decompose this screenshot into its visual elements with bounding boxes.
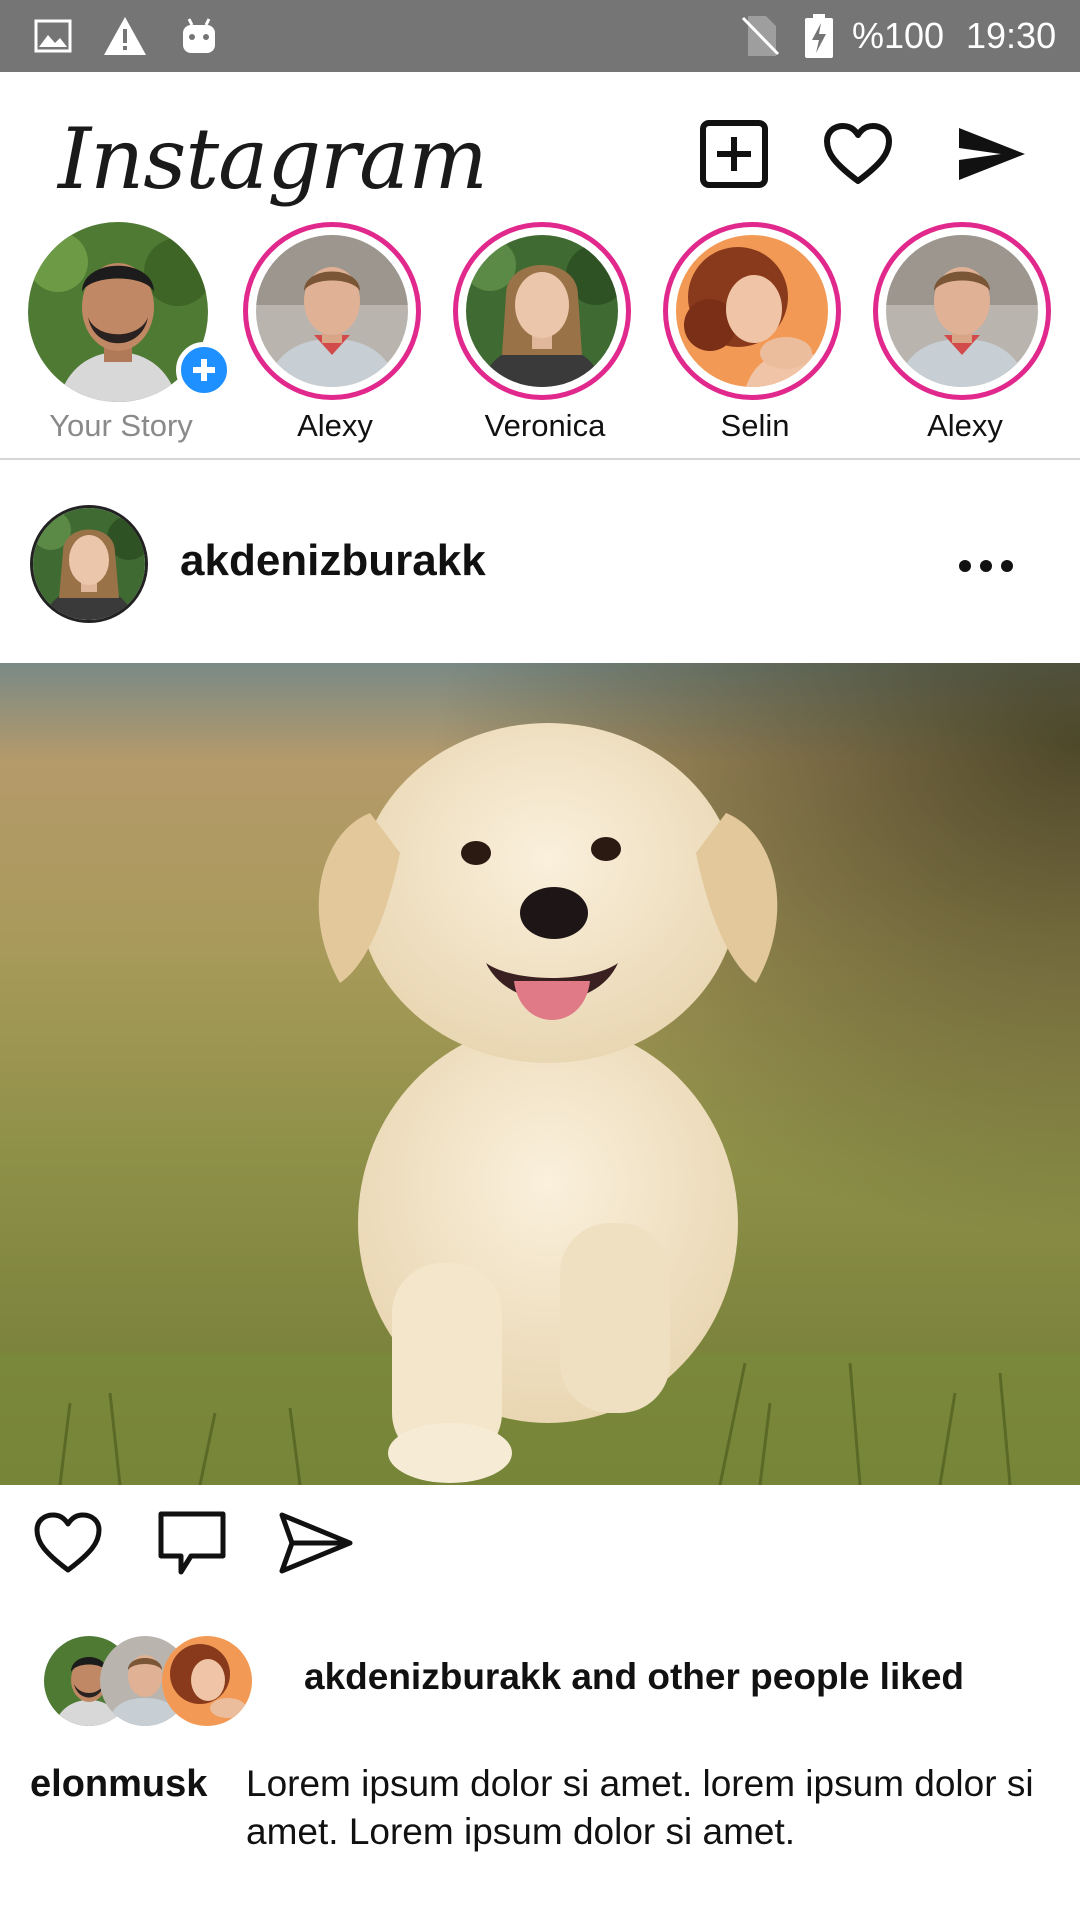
android-icon [180,0,218,72]
avatar [676,235,828,387]
activity-button[interactable] [822,118,894,190]
heart-icon [34,1512,102,1573]
send-icon [959,128,1025,180]
gallery-icon [34,0,72,72]
avatar [886,235,1038,387]
caption-text: Lorem ipsum dolor si amet. lorem ipsum d… [246,1763,1034,1852]
battery-level: %100 [852,15,945,56]
new-post-button[interactable] [698,118,770,190]
app-logo: Instagram [58,110,488,208]
more-icon [959,560,1013,572]
avatar [466,235,618,387]
story-name: Alexy [927,408,1003,443]
caption-username[interactable]: elonmusk [30,1763,207,1806]
heart-icon [824,123,892,184]
comment-button[interactable] [154,1505,230,1581]
status-bar: %100 19:30 [0,0,1080,72]
story-veronica[interactable]: Veronica [450,220,640,450]
story-ring [243,222,421,400]
share-button[interactable] [278,1505,354,1581]
story-ring [453,222,631,400]
story-name: Selin [720,408,790,443]
story-your-story[interactable]: Your Story [26,220,232,450]
post-image[interactable] [0,663,1080,1485]
warning-icon [102,0,148,72]
direct-message-button[interactable] [952,118,1032,190]
new-post-icon [700,120,768,188]
story-alexy-2[interactable]: Alexy [870,220,1060,450]
no-sim-icon [740,0,780,72]
plus-icon [193,359,215,381]
add-story-button[interactable] [176,342,232,398]
story-name: Your Story [49,408,193,443]
story-ring [663,222,841,400]
story-name: Alexy [297,408,373,443]
stories-divider [0,458,1080,460]
story-alexy[interactable]: Alexy [240,220,430,450]
story-ring [873,222,1051,400]
story-name: Veronica [484,408,606,443]
post-options-button[interactable] [950,540,1022,592]
share-icon [279,1512,353,1574]
liker-avatar [162,1636,252,1726]
post-username[interactable]: akdenizburakk [180,536,486,586]
story-selin[interactable]: Selin [660,220,850,450]
like-button[interactable] [30,1505,106,1581]
comment-icon [158,1511,226,1575]
post-author-avatar[interactable] [30,505,148,623]
battery-charging-icon [804,0,834,72]
avatar [256,235,408,387]
likes-summary[interactable]: akdenizburakk and other people liked [304,1656,964,1698]
clock: 19:30 [966,15,1057,56]
